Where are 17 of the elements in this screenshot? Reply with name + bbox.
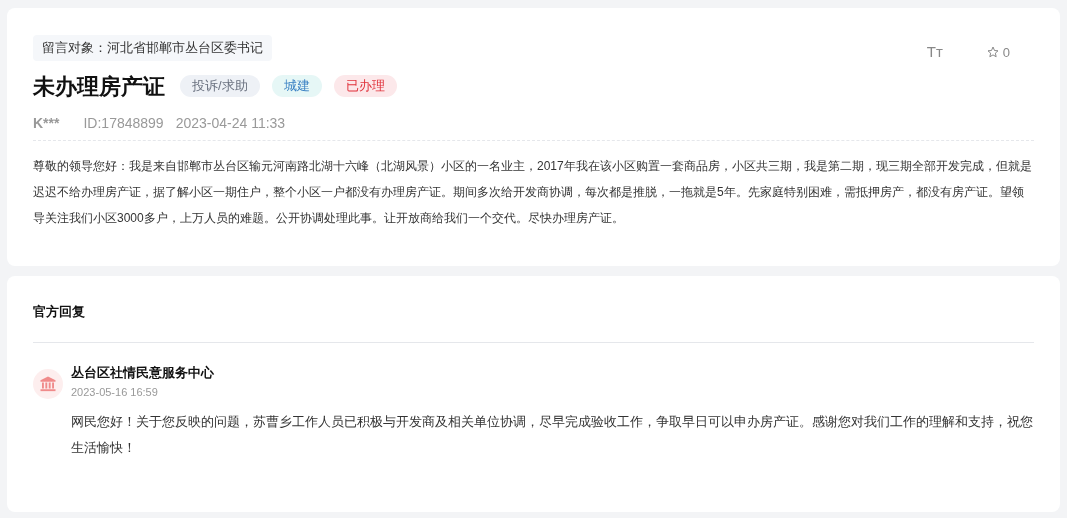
- tag: 投诉/求助: [180, 75, 260, 97]
- star-icon: [986, 46, 999, 59]
- font-size-button[interactable]: Tт: [926, 41, 943, 64]
- bank-icon: [33, 368, 63, 399]
- tag: 已办理: [333, 75, 397, 97]
- reply-body: 网民您好！关于您反映的问题，苏曹乡工作人员已积极与开发商及相关单位协调，尽早完成验收工作，争取早日可以申办房产证。感谢您对我们工作的理解和支持，祝您生活愉快！: [71, 413, 1034, 457]
- favorite-button[interactable]: 0: [986, 42, 1010, 62]
- reply-org: 丛台区社情民意服务中心: [71, 363, 215, 382]
- reply-time: 2023-05-16 16:59: [71, 385, 159, 400]
- message-title: 未办理房产证: [33, 72, 165, 101]
- message-time: 2023-04-24 11:33: [175, 113, 286, 133]
- message-id: ID:17848899: [83, 113, 164, 133]
- recipient-label: 留言对象：河北省邯郸市丛台区委书记: [33, 35, 272, 61]
- tag: 城建: [271, 75, 322, 97]
- author-name: K***: [33, 113, 60, 133]
- reply-heading: 官方回复: [33, 302, 1034, 343]
- message-body: 尊敬的领导您好：我是来自邯郸市丛台区输元河南路北湖十六峰（北湖风景）小区的一名业主，2017年我在该小区购置一套商品房，小区共三期，我是第二期，现三期全部开发完成，但就是迟迟不给办理房产证，据了解小区一期住户，整个小区一户都没有办理房产证。期间多次给开发商协调，每次都是推脱，一拖就是5年。先家庭特别困难，需抵押房产，都没有房产证。望领导关注我们小区3000多户，上万人员的难题。公开协调处理此事。让开放商给我们一个交代。尽快办理房产证。: [33, 157, 1033, 227]
